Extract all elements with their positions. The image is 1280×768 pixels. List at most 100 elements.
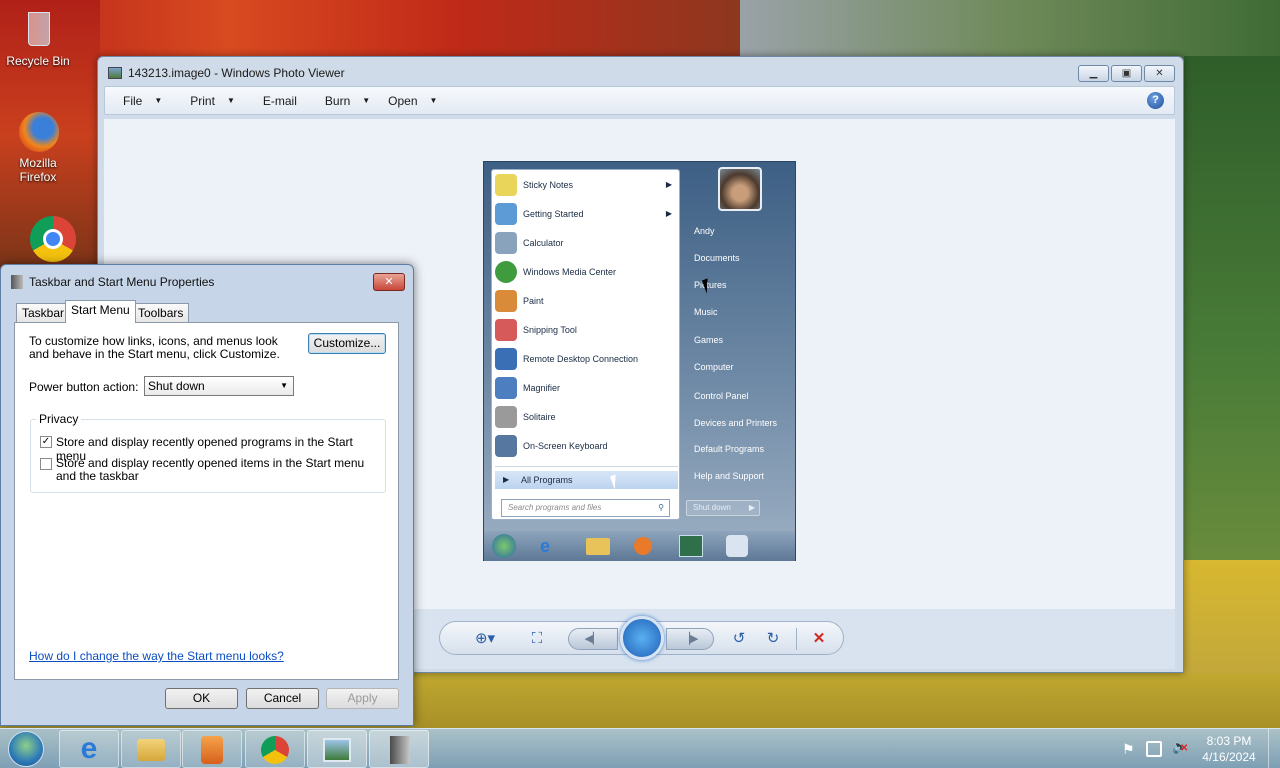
start-menu-program: Paint (495, 287, 678, 314)
magnifier-icon (495, 376, 517, 399)
apply-button[interactable]: Apply (326, 688, 399, 709)
taskbar-windows-explorer[interactable] (121, 730, 181, 768)
photo-viewer-titlebar: 143213.image0 - Windows Photo Viewer (108, 66, 345, 80)
zoom-icon[interactable]: ⊕▾ (468, 628, 502, 650)
photo-viewer-menubar: File ▼ Print ▼ E-mail Burn ▼ Open ▼ ? (104, 86, 1175, 115)
program-label: Solitaire (523, 411, 556, 422)
paint-app-icon (726, 535, 748, 557)
photo-app-icon (679, 535, 703, 557)
taskbar-internet-explorer[interactable]: e (59, 730, 119, 768)
search-placeholder: Search programs and files (508, 503, 602, 512)
program-label: Getting Started (523, 208, 584, 219)
tab-taskbar[interactable]: Taskbar (16, 303, 71, 322)
program-label: Windows Media Center (523, 266, 617, 277)
start-menu-tab-panel: To customize how links, icons, and menus… (14, 322, 399, 680)
internet-explorer-icon: e (80, 732, 98, 765)
windows-explorer-icon (137, 739, 165, 761)
taskbar-properties-dialog: Taskbar and Start Menu Properties ✕ Task… (0, 264, 414, 726)
tab-start-menu[interactable]: Start Menu (65, 300, 136, 323)
action-center-flag-icon[interactable]: ⚑ (1122, 741, 1136, 757)
taskbar-photo-viewer[interactable] (307, 730, 367, 768)
firefox-icon (16, 110, 60, 154)
menu-file[interactable]: File ▼ (105, 94, 172, 108)
desktop-icon-label: Firefox (19, 170, 57, 184)
photo-viewer-icon (323, 738, 351, 762)
checkbox-checked[interactable]: ✓ (40, 436, 52, 448)
power-button-select[interactable]: Shut down ▼ (144, 376, 294, 396)
network-icon[interactable] (1146, 741, 1162, 757)
tab-label: Toolbars (138, 306, 184, 320)
dropdown-arrow-icon: ▼ (226, 96, 235, 105)
privacy-option-items[interactable]: Store and display recently opened items … (40, 457, 380, 483)
desktop-icon-label: Recycle Bin (6, 54, 70, 68)
remote-desktop-icon (495, 347, 517, 370)
minimize-button[interactable]: ▁ (1078, 65, 1109, 82)
internet-explorer-icon: e (540, 536, 551, 556)
dialog-close-button[interactable]: ✕ (373, 273, 405, 291)
desktop-icon-firefox[interactable]: Mozilla Firefox (0, 110, 76, 184)
menu-open[interactable]: Open ▼ (380, 94, 447, 108)
menu-label: Print (190, 93, 215, 108)
ok-button[interactable]: OK (165, 688, 238, 709)
start-menu-program: On-Screen Keyboard (495, 432, 678, 459)
close-button[interactable]: ✕ (1144, 65, 1175, 82)
taskbar: e ⚑ 🔈 ✕ 8:03 PM 4/16/2024 (0, 728, 1280, 768)
power-button-label: Power button action: (29, 380, 139, 394)
rotate-right-icon[interactable]: ↻ (760, 628, 786, 650)
taskbar-chrome[interactable] (245, 730, 305, 768)
start-orb[interactable] (8, 731, 44, 767)
show-desktop-button[interactable] (1268, 729, 1280, 768)
program-label: Snipping Tool (523, 324, 577, 335)
user-picture (718, 167, 762, 211)
desktop-icon-recycle-bin[interactable]: Recycle Bin (0, 8, 76, 68)
power-button-value: Shut down (148, 379, 205, 393)
taskbar-properties[interactable] (369, 730, 429, 768)
customize-description: To customize how links, icons, and menus… (29, 334, 280, 361)
start-menu-programs-pane: Sticky Notes ▶ Getting Started ▶ Calculato… (491, 169, 680, 520)
start-menu-program: Remote Desktop Connection (495, 345, 678, 372)
desktop-icon-label: Mozilla (19, 156, 57, 170)
submenu-arrow-icon: ▶ (665, 209, 672, 218)
dialog-titlebar: Taskbar and Start Menu Properties (11, 275, 214, 289)
getting-started-icon (495, 202, 517, 225)
start-link-music: Music (694, 307, 718, 317)
chrome-icon (261, 736, 289, 764)
customize-button[interactable]: Customize... (308, 333, 386, 354)
slideshow-icon[interactable] (620, 616, 664, 660)
help-icon[interactable]: ? (1147, 92, 1164, 109)
rotate-left-icon[interactable]: ↺ (726, 628, 752, 650)
start-orb-icon (492, 534, 516, 558)
start-menu-image-taskbar: e (484, 531, 795, 561)
clock[interactable]: 8:03 PM 4/16/2024 (1196, 733, 1262, 765)
menu-email[interactable]: E-mail (245, 94, 307, 108)
paint-icon (495, 289, 517, 312)
start-menu-program: Snipping Tool (495, 316, 678, 343)
next-icon[interactable]: ▕▶ (666, 628, 714, 650)
on-screen-keyboard-icon (495, 434, 517, 457)
actual-size-icon[interactable]: ⛶ (524, 628, 550, 650)
start-search-box: Search programs and files ⚲ (501, 499, 670, 517)
menu-label: E-mail (262, 93, 297, 108)
tab-toolbars[interactable]: Toolbars (132, 303, 190, 322)
checkbox-unchecked[interactable] (40, 458, 52, 470)
windows-explorer-icon (586, 538, 610, 555)
help-link[interactable]: How do I change the way the Start menu l… (29, 649, 284, 663)
start-menu-program: Solitaire (495, 403, 678, 430)
delete-icon[interactable]: ✕ (806, 628, 832, 650)
submenu-arrow-icon: ▶ (665, 180, 672, 189)
start-link-computer: Computer (694, 362, 734, 372)
solitaire-icon (495, 405, 517, 428)
menu-print[interactable]: Print ▼ (172, 94, 245, 108)
taskbar-media-player[interactable] (182, 730, 242, 768)
volume-muted-icon[interactable]: 🔈 ✕ (1172, 739, 1190, 757)
tab-label: Start Menu (71, 303, 130, 317)
menu-burn[interactable]: Burn ▼ (307, 94, 380, 108)
start-link-devices: Devices and Printers (694, 418, 778, 428)
program-label: Sticky Notes (523, 179, 574, 190)
desktop-icon-chrome[interactable] (0, 214, 76, 262)
maximize-button[interactable]: ▣ (1111, 65, 1142, 82)
program-label: Remote Desktop Connection (523, 353, 639, 364)
previous-icon[interactable]: ◀▏ (568, 628, 618, 650)
cancel-button[interactable]: Cancel (246, 688, 319, 709)
search-icon: ⚲ (658, 503, 664, 512)
